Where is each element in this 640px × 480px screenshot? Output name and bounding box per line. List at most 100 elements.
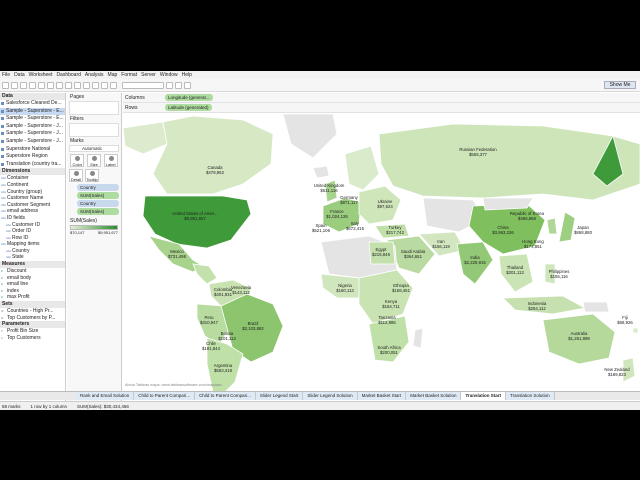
sheet-tab[interactable]: Translation Solution: [505, 392, 555, 400]
region-korea: [546, 217, 558, 235]
dimension-field[interactable]: Container: [0, 175, 65, 182]
data-source-item[interactable]: Superstore Region: [0, 153, 65, 161]
measure-field[interactable]: email body: [0, 275, 65, 282]
marks-pill-sum-sales[interactable]: SUM(Sales): [77, 192, 119, 199]
dimension-folder[interactable]: ID fields: [0, 215, 65, 222]
fix-axes-icon[interactable]: [110, 81, 117, 89]
sheet-tab[interactable]: Slider Legend Start: [255, 392, 304, 400]
sheet-tabs: Rank and Email Solution Child to Parent …: [0, 391, 640, 400]
data-source-item[interactable]: Superstore National: [0, 146, 65, 154]
dimension-field[interactable]: Country (group): [0, 189, 65, 196]
data-source-item[interactable]: Sample - Superstore - J...: [0, 123, 65, 131]
menu-worksheet[interactable]: Worksheet: [29, 72, 53, 78]
sheet-tab[interactable]: Child to Parent Compari...: [195, 392, 256, 400]
data-source-item[interactable]: Sample - Superstore - J...: [0, 130, 65, 138]
columns-pill[interactable]: Longitude (generat...: [165, 94, 213, 101]
redo-icon[interactable]: [11, 81, 18, 89]
mark-type-select[interactable]: Automatic: [69, 145, 119, 152]
dimension-field[interactable]: Customer ID: [0, 222, 65, 229]
menu-map[interactable]: Map: [108, 72, 118, 78]
set-field[interactable]: Top Customers by P...: [0, 315, 65, 322]
data-source-item[interactable]: Translation (country tra...: [0, 161, 65, 169]
save-icon[interactable]: [20, 81, 27, 89]
columns-shelf[interactable]: Columns Longitude (generat...: [123, 93, 640, 103]
region-greenland: [282, 114, 338, 159]
measure-field[interactable]: Discount: [0, 268, 65, 275]
size-button[interactable]: Size: [86, 154, 101, 167]
fit-select[interactable]: [122, 81, 164, 89]
dimension-field[interactable]: Order ID: [0, 228, 65, 235]
rows-shelf[interactable]: Rows Latitude (generated): [123, 103, 640, 113]
dimension-field[interactable]: email address: [0, 208, 65, 215]
region-central-america: [192, 263, 218, 285]
measure-field[interactable]: index: [0, 288, 65, 295]
swap-icon[interactable]: [65, 81, 72, 89]
label-button[interactable]: Label: [103, 154, 118, 167]
data-source-item[interactable]: Sample - Superstore - E...: [0, 115, 65, 123]
menu-file[interactable]: File: [2, 72, 10, 78]
filters-shelf[interactable]: [69, 123, 119, 137]
map-label-italy: Italy $672,415: [346, 221, 364, 231]
sort-descending-icon[interactable]: [83, 81, 90, 89]
show-me-button[interactable]: Show Me: [604, 81, 636, 89]
sheet-tab[interactable]: Child to Parent Compari...: [134, 392, 196, 400]
sheet-tab-active[interactable]: Translation Start: [461, 392, 506, 400]
undo-icon[interactable]: [2, 81, 9, 89]
dimension-folder[interactable]: Mapping items: [0, 241, 65, 248]
sheet-tab[interactable]: Rank and Email Solution: [76, 392, 135, 400]
tooltip-button[interactable]: Tooltip: [85, 169, 99, 182]
data-source-item[interactable]: Sample - Superstore - J...: [0, 138, 65, 146]
marks-pill-sum-sales[interactable]: SUM(Sales): [77, 208, 119, 215]
menu-data[interactable]: Data: [14, 72, 25, 78]
parameter-field[interactable]: Profit Bin Size: [0, 328, 65, 335]
sheet-tab[interactable]: Slider Legend Solution: [303, 392, 358, 400]
dimension-field[interactable]: Row ID: [0, 235, 65, 242]
tooltip-icon[interactable]: [175, 81, 182, 89]
new-worksheet-icon[interactable]: [38, 81, 45, 89]
menu-dashboard[interactable]: Dashboard: [56, 72, 80, 78]
measure-field[interactable]: email line: [0, 281, 65, 288]
color-button[interactable]: Color: [70, 154, 85, 167]
toolbar: Show Me: [0, 79, 640, 92]
tableau-window: File Data Worksheet Dashboard Analysis M…: [0, 71, 640, 410]
dimension-field[interactable]: Country: [0, 248, 65, 255]
data-source-item[interactable]: Salesforce Cleaned De...: [0, 100, 65, 108]
pages-shelf[interactable]: [69, 101, 119, 115]
sort-ascending-icon[interactable]: [74, 81, 81, 89]
map-label-australia: Australia $1,261,898: [568, 331, 590, 341]
measure-field[interactable]: max Profit: [0, 294, 65, 301]
parameter-field[interactable]: Top Customers: [0, 335, 65, 342]
sheet-tab[interactable]: Market Basket Solution: [406, 392, 462, 400]
marks-pill-country[interactable]: Country: [77, 184, 119, 191]
set-field[interactable]: Countries - High Pr...: [0, 308, 65, 315]
highlight-icon[interactable]: [166, 81, 173, 89]
filled-map[interactable]: Russian Federation $555,377 United State…: [123, 114, 640, 395]
presentation-icon[interactable]: [184, 81, 191, 89]
dimension-field[interactable]: Continent: [0, 182, 65, 189]
marks-pill-country[interactable]: Country: [77, 200, 119, 207]
menu-format[interactable]: Format: [121, 72, 137, 78]
region-iceland: [312, 165, 330, 179]
menu-help[interactable]: Help: [182, 72, 192, 78]
map-attribution[interactable]: About Tableau maps: www.tableausoftware.…: [125, 383, 222, 387]
data-source-item[interactable]: Sample - Superstore - E...: [0, 107, 65, 116]
region-madagascar: [412, 327, 424, 349]
new-data-source-icon[interactable]: [29, 81, 36, 89]
clear-icon[interactable]: [56, 81, 63, 89]
labels-icon[interactable]: [101, 81, 108, 89]
menu-analysis[interactable]: Analysis: [85, 72, 104, 78]
sheet-tab[interactable]: Market Basket Start: [357, 392, 407, 400]
legend-title: SUM(Sales): [70, 218, 97, 224]
duplicate-icon[interactable]: [47, 81, 54, 89]
dimension-field[interactable]: Customer Segment: [0, 202, 65, 209]
group-icon[interactable]: [92, 81, 99, 89]
menu-window[interactable]: Window: [160, 72, 178, 78]
map-label-tanzania: Tanzania $112,886: [378, 315, 396, 325]
menu-server[interactable]: Server: [141, 72, 156, 78]
dimensions-header: Dimensions: [0, 168, 65, 176]
detail-button[interactable]: Detail: [69, 169, 83, 182]
rows-pill[interactable]: Latitude (generated): [165, 104, 212, 111]
map-label-philippines: Philippines $155,116: [548, 269, 570, 279]
dimension-field[interactable]: Customer Name: [0, 195, 65, 202]
dimension-field[interactable]: State: [0, 254, 65, 261]
